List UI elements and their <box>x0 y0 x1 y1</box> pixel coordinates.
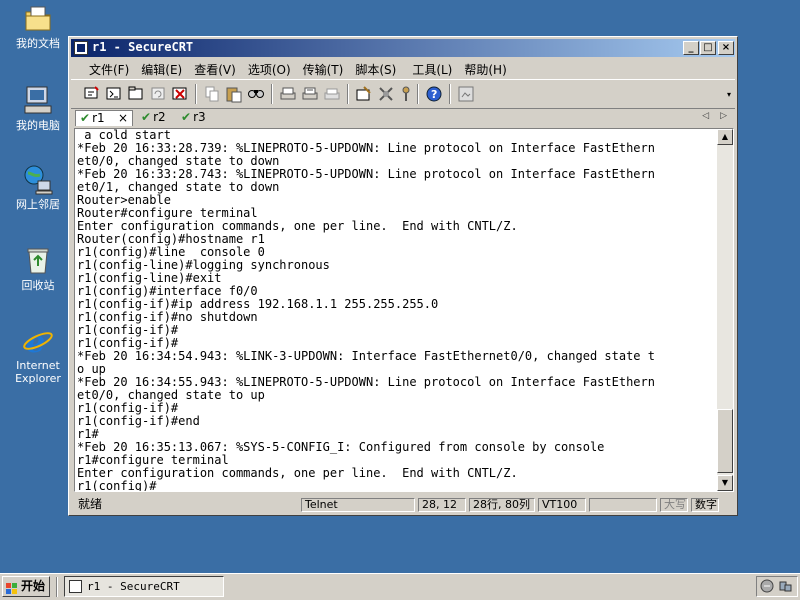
menu-tools[interactable]: 工具(L) <box>406 59 458 77</box>
status-ready: 就绪 <box>78 498 103 511</box>
terminal-line: et0/1, changed state to down <box>77 180 280 194</box>
terminal-line: r1(config)# <box>77 479 157 492</box>
taskbar-separator <box>56 577 58 597</box>
window-title: r1 - SecureCRT <box>92 40 194 54</box>
connect-tab-icon[interactable] <box>127 85 145 103</box>
desktop-icon-network[interactable]: 网上邻居 <box>4 163 72 211</box>
terminal-output[interactable]: a cold start *Feb 20 16:33:28.739: %LINEP… <box>77 129 719 491</box>
toolbar-overflow-icon[interactable]: ▾ <box>727 90 731 99</box>
network-places-icon <box>22 163 54 195</box>
title-bar[interactable]: r1 - SecureCRT _ □ × <box>71 39 735 57</box>
menu-file[interactable]: 文件(F) <box>83 59 135 77</box>
sftp-icon[interactable] <box>457 85 475 103</box>
status-caps: 大写 <box>660 498 688 512</box>
tab-next-icon[interactable]: ▷ <box>720 111 727 121</box>
copy-icon[interactable] <box>203 85 221 103</box>
terminal-frame: a cold start *Feb 20 16:33:28.739: %LINEP… <box>74 128 734 492</box>
maximize-button[interactable]: □ <box>700 41 716 55</box>
start-label: 开始 <box>21 579 46 593</box>
tab-prev-icon[interactable]: ◁ <box>702 111 709 121</box>
quick-connect-icon[interactable] <box>105 85 123 103</box>
connected-check-icon: ✔ <box>181 110 192 124</box>
scroll-thumb[interactable] <box>717 409 733 473</box>
toolbar: ? ▾ <box>71 79 735 109</box>
reconnect-icon[interactable] <box>149 85 167 103</box>
system-tray <box>756 576 798 597</box>
menu-help[interactable]: 帮助(H) <box>458 59 512 77</box>
global-options-icon[interactable] <box>377 85 395 103</box>
toolbar-separator <box>347 84 349 104</box>
keymap-icon[interactable] <box>397 85 415 103</box>
print-selection-icon[interactable] <box>301 85 319 103</box>
menu-edit[interactable]: 编辑(E) <box>135 59 188 77</box>
session-tabs: ✔ r1 × ✔ r2 ✔ r3 ◁ ▷ <box>71 109 735 127</box>
disconnect-icon[interactable] <box>171 85 189 103</box>
desktop-icon-label: Internet Explorer <box>15 359 61 385</box>
session-options-icon[interactable] <box>355 85 373 103</box>
find-icon[interactable] <box>247 85 265 103</box>
status-num: 数字 <box>691 498 719 512</box>
status-protocol: Telnet <box>301 498 415 512</box>
desktop-icon-label: 我的电脑 <box>16 119 60 132</box>
menu-script[interactable]: 脚本(S) <box>349 59 402 77</box>
help-icon[interactable]: ? <box>425 85 443 103</box>
vertical-scrollbar[interactable]: ▲ ▼ <box>717 129 733 491</box>
scroll-down-icon[interactable]: ▼ <box>717 475 733 491</box>
desktop-icon-label: 回收站 <box>21 279 55 292</box>
tab-label: r1 <box>92 111 105 125</box>
tab-label: r3 <box>193 110 206 124</box>
menu-view[interactable]: 查看(V) <box>188 59 242 77</box>
minimize-button[interactable]: _ <box>683 41 699 55</box>
status-bar: 就绪 Telnet 28, 12 28行, 80列 VT100 大写 数字 <box>71 495 735 515</box>
internet-explorer-icon: e <box>22 324 54 360</box>
menu-bar: 文件(F) 编辑(E) 查看(V) 选项(O) 传输(T) 脚本(S) 工具(L) 帮助(H) <box>71 59 735 77</box>
desktop-icon-label: 网上邻居 <box>16 198 60 211</box>
toolbar-separator <box>417 84 419 104</box>
connected-check-icon: ✔ <box>80 111 91 125</box>
securecrt-task-icon <box>69 580 82 593</box>
my-computer-icon <box>22 84 54 116</box>
connected-check-icon: ✔ <box>141 110 152 124</box>
connect-icon[interactable] <box>83 85 101 103</box>
status-size: 28行, 80列 <box>469 498 535 512</box>
svg-text:?: ? <box>431 88 437 101</box>
toolbar-separator <box>195 84 197 104</box>
print-icon[interactable] <box>279 85 297 103</box>
toolbar-separator <box>449 84 451 104</box>
tray-network-icon[interactable] <box>760 579 774 596</box>
desktop-icon-label: 我的文档 <box>16 37 60 50</box>
paste-icon[interactable] <box>225 85 243 103</box>
tab-r1[interactable]: ✔ r1 × <box>75 110 133 126</box>
tab-close-icon[interactable]: × <box>118 111 128 125</box>
terminal-line: r1(config-if)#end <box>77 414 200 428</box>
desktop-icon-my-documents[interactable]: 我的文档 <box>4 2 72 50</box>
tab-r3[interactable]: ✔ r3 <box>181 110 217 126</box>
recycle-bin-icon <box>22 244 54 276</box>
taskbar-item-label: r1 - SecureCRT <box>87 580 180 593</box>
status-cursor: 28, 12 <box>418 498 466 512</box>
desktop-icon-recycle-bin[interactable]: 回收站 <box>4 244 72 292</box>
menu-transfer[interactable]: 传输(T) <box>297 59 350 77</box>
taskbar-item-securecrt[interactable]: r1 - SecureCRT <box>64 576 224 597</box>
menu-options[interactable]: 选项(O) <box>242 59 297 77</box>
tray-volume-icon[interactable] <box>778 579 792 596</box>
app-icon[interactable] <box>74 41 88 55</box>
terminal-line: Enter configuration commands, one per li… <box>77 466 518 480</box>
status-blank <box>589 498 657 512</box>
close-button[interactable]: × <box>718 41 734 55</box>
desktop-icon-my-computer[interactable]: 我的电脑 <box>4 84 72 132</box>
my-documents-icon <box>22 2 54 34</box>
taskbar: 开始 r1 - SecureCRT <box>0 573 800 600</box>
print-setup-icon[interactable] <box>323 85 341 103</box>
desktop-icon-internet-explorer[interactable]: e Internet Explorer <box>4 324 72 385</box>
tab-r2[interactable]: ✔ r2 <box>141 110 177 126</box>
status-emulation: VT100 <box>538 498 586 512</box>
toolbar-separator <box>271 84 273 104</box>
securecrt-window: r1 - SecureCRT _ □ × 文件(F) 编辑(E) 查看(V) 选项(O… <box>68 36 738 516</box>
windows-flag-icon <box>6 581 18 594</box>
scroll-up-icon[interactable]: ▲ <box>717 129 733 145</box>
tab-label: r2 <box>153 110 166 124</box>
terminal-line: *Feb 20 16:34:54.943: %LINK-3-UPDOWN: In… <box>77 349 655 363</box>
start-button[interactable]: 开始 <box>2 576 50 597</box>
